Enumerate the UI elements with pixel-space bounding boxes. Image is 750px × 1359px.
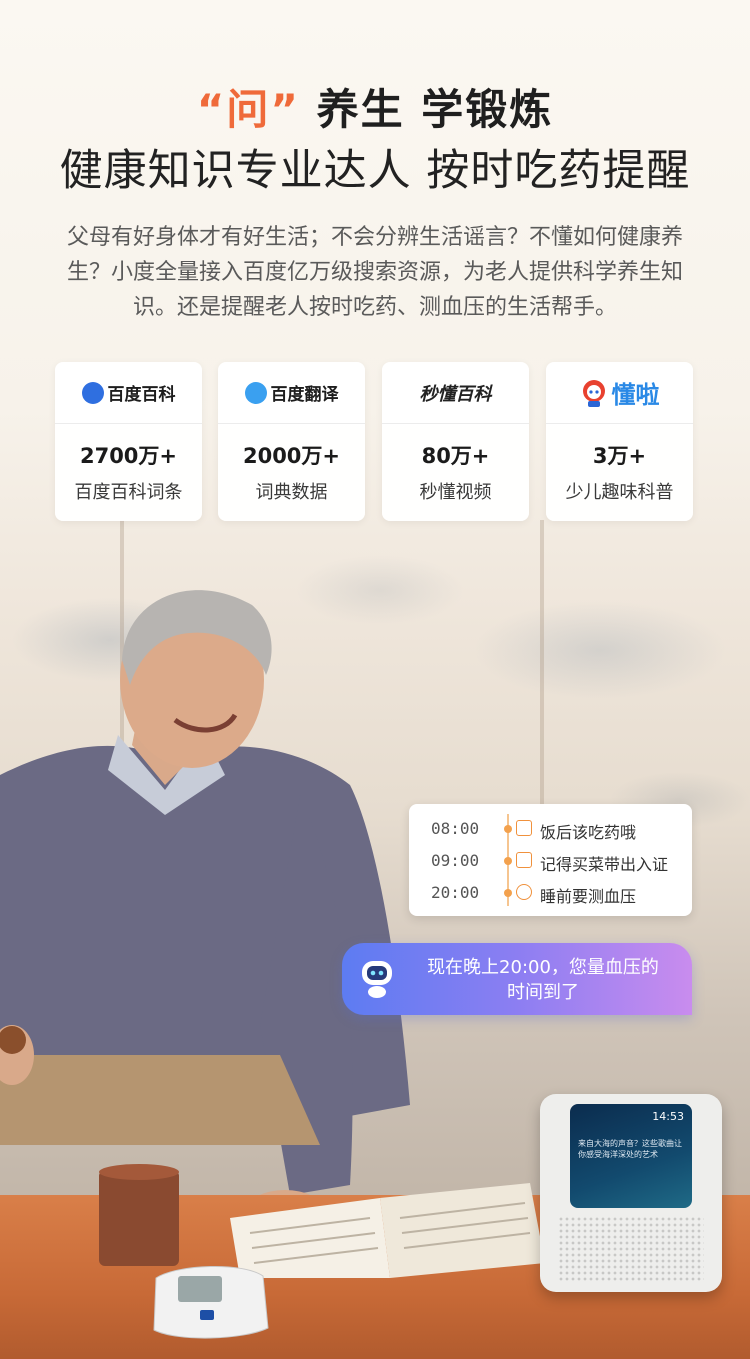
schedule-time: 08:00 — [431, 819, 480, 838]
intro-paragraph: 父母有好身体才有好生活；不会分辨生活谣言？不懂如何健康养生？小度全量接入百度亿万… — [66, 225, 683, 320]
product-detail-page: “问” 养生 学锻炼 健康知识专业达人 按时吃药提醒 父母有好身体才有好生活；不… — [0, 0, 750, 1359]
schedule-item: 20:00 睡前要测血压 — [409, 877, 692, 909]
timeline-dot — [504, 857, 512, 865]
robot-icon — [362, 961, 392, 998]
schedule-text: 睡前要测血压 — [540, 887, 637, 906]
tea-cup — [99, 1164, 179, 1266]
card-logo-text: 懂啦 — [611, 381, 660, 409]
device-clock: 14:53 — [652, 1110, 684, 1123]
assistant-message-bubble: 现在晚上20:00，您量血压的 时间到了 — [342, 943, 692, 1015]
card-caption: 秒懂视频 — [419, 482, 492, 503]
headline-rest: 养生 学锻炼 — [316, 85, 554, 134]
timeline-dot — [504, 825, 512, 833]
assistant-message-line: 现在晚上20:00，您量血压的 — [427, 957, 659, 978]
card-logo-row: 懂啦 — [546, 362, 693, 424]
open-book — [230, 1183, 545, 1278]
schedule-text: 记得买菜带出入证 — [540, 855, 669, 874]
stats-cards: 百度百科 2700万+ 百度百科词条 百度翻译 2000万+ 词典数据 秒懂百科… — [55, 362, 695, 522]
blood-pressure-monitor — [153, 1265, 269, 1339]
card-value: 2000万+ — [242, 444, 341, 468]
schedule-time: 09:00 — [431, 851, 480, 870]
timeline-dot — [504, 889, 512, 897]
assistant-message-line: 时间到了 — [507, 982, 579, 1003]
stat-card-translate: 百度翻译 2000万+ 词典数据 — [218, 362, 365, 521]
speaker-grille — [558, 1216, 704, 1282]
card-value: 3万+ — [592, 444, 647, 468]
card-caption: 词典数据 — [255, 482, 328, 503]
card-value: 80万+ — [421, 444, 490, 468]
device-screen-text: 来自大海的声音？这些歌曲让你感受海洋深处的艺术 — [578, 1139, 682, 1159]
subheadline: 健康知识专业达人 按时吃药提醒 — [59, 146, 691, 196]
headline: “问” 养生 学锻炼 — [0, 76, 750, 137]
baidu-baike-icon — [81, 381, 104, 404]
miaodong-baike-logo: 秒懂百科 — [419, 383, 492, 405]
card-logo-text: 百度翻译 — [270, 385, 339, 405]
schedule-item: 09:00 记得买菜带出入证 — [409, 845, 692, 877]
reminder-schedule-card: 08:00 饭后该吃药哦 09:00 记得买菜带出入证 20:00 睡前要测血压 — [409, 804, 692, 916]
dongla-robot-icon — [582, 379, 605, 407]
stat-card-baike: 百度百科 2700万+ 百度百科词条 — [55, 362, 202, 521]
card-logo-row: 百度百科 — [55, 362, 202, 424]
schedule-text: 饭后该吃药哦 — [540, 823, 637, 842]
baidu-translate-icon — [244, 381, 267, 404]
headline-accent: “问” — [196, 85, 300, 134]
card-caption: 百度百科词条 — [74, 482, 183, 503]
card-value: 2700万+ — [79, 444, 178, 468]
card-caption: 少儿趣味科普 — [565, 482, 674, 503]
smart-display-device: 14:53 来自大海的声音？这些歌曲让你感受海洋深处的艺术 — [540, 1094, 722, 1292]
schedule-item: 08:00 饭后该吃药哦 — [409, 813, 692, 845]
device-screen: 14:53 来自大海的声音？这些歌曲让你感受海洋深处的艺术 — [570, 1104, 692, 1208]
stat-card-miaodong: 秒懂百科 80万+ 秒懂视频 — [382, 362, 529, 521]
schedule-time: 20:00 — [431, 883, 480, 902]
id-card-icon — [516, 852, 532, 868]
stat-card-dongla: 懂啦 3万+ 少儿趣味科普 — [546, 362, 693, 521]
card-logo-text: 百度百科 — [107, 385, 176, 405]
pill-box-icon — [516, 820, 532, 836]
assistant-message: 现在晚上20:00，您量血压的 时间到了 — [404, 955, 682, 1005]
card-logo-row: 秒懂百科 — [382, 362, 529, 424]
card-logo-row: 百度翻译 — [218, 362, 365, 424]
blood-pressure-icon — [516, 884, 532, 900]
